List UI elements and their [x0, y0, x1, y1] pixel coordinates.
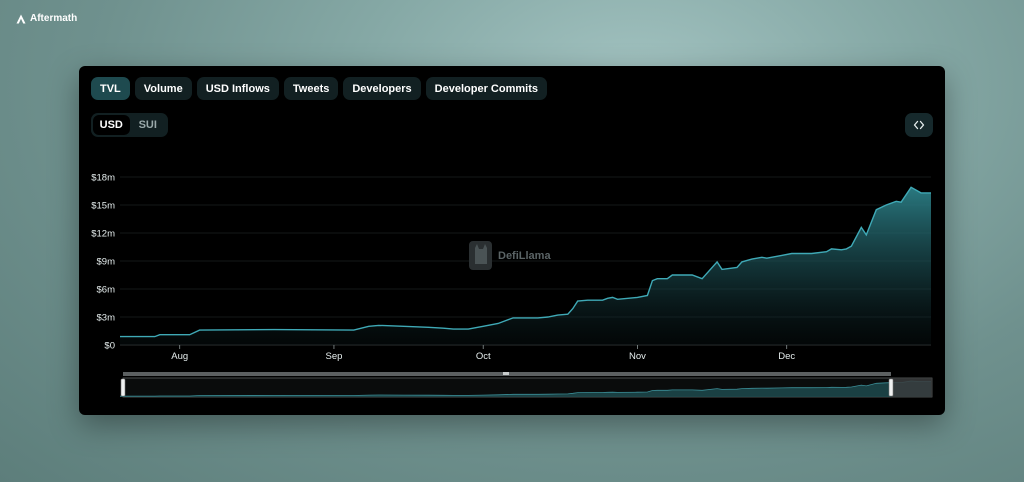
- x-tick-label: Aug: [171, 351, 188, 362]
- y-tick-label: $12m: [91, 229, 115, 240]
- x-axis: Aug Sep Oct Nov Dec: [171, 345, 795, 362]
- y-tick-label: $0: [104, 341, 115, 352]
- brush-grip[interactable]: [503, 372, 509, 375]
- x-tick-label: Sep: [325, 351, 342, 362]
- brush-handle-right[interactable]: [888, 378, 894, 397]
- brand-name: Aftermath: [30, 13, 78, 24]
- y-tick-label: $15m: [91, 201, 115, 212]
- tvl-area: [120, 187, 931, 345]
- x-tick-label: Dec: [778, 351, 795, 362]
- llama-icon: [469, 241, 492, 270]
- brush-handle-left[interactable]: [120, 378, 126, 397]
- aftermath-logo-icon: [16, 14, 26, 23]
- brand: Aftermath: [16, 13, 77, 24]
- tvl-chart: DefiLlama $0 $3m $6m $9m $12m $15m $18m Aug Sep…: [91, 173, 933, 398]
- watermark: DefiLlama: [469, 241, 551, 270]
- y-tick-label: $9m: [97, 257, 116, 268]
- y-tick-label: $6m: [97, 285, 116, 296]
- brush-unselected: [891, 378, 932, 397]
- y-tick-label: $3m: [97, 313, 116, 324]
- x-tick-label: Nov: [629, 351, 646, 362]
- watermark-text: DefiLlama: [498, 250, 551, 262]
- x-tick-label: Oct: [476, 351, 491, 362]
- range-brush: [120, 372, 933, 398]
- y-tick-label: $18m: [91, 173, 115, 184]
- y-axis: $0 $3m $6m $9m $12m $15m $18m: [91, 173, 115, 352]
- chart-card: TVL Volume USD Inflows Tweets Developers…: [79, 66, 945, 415]
